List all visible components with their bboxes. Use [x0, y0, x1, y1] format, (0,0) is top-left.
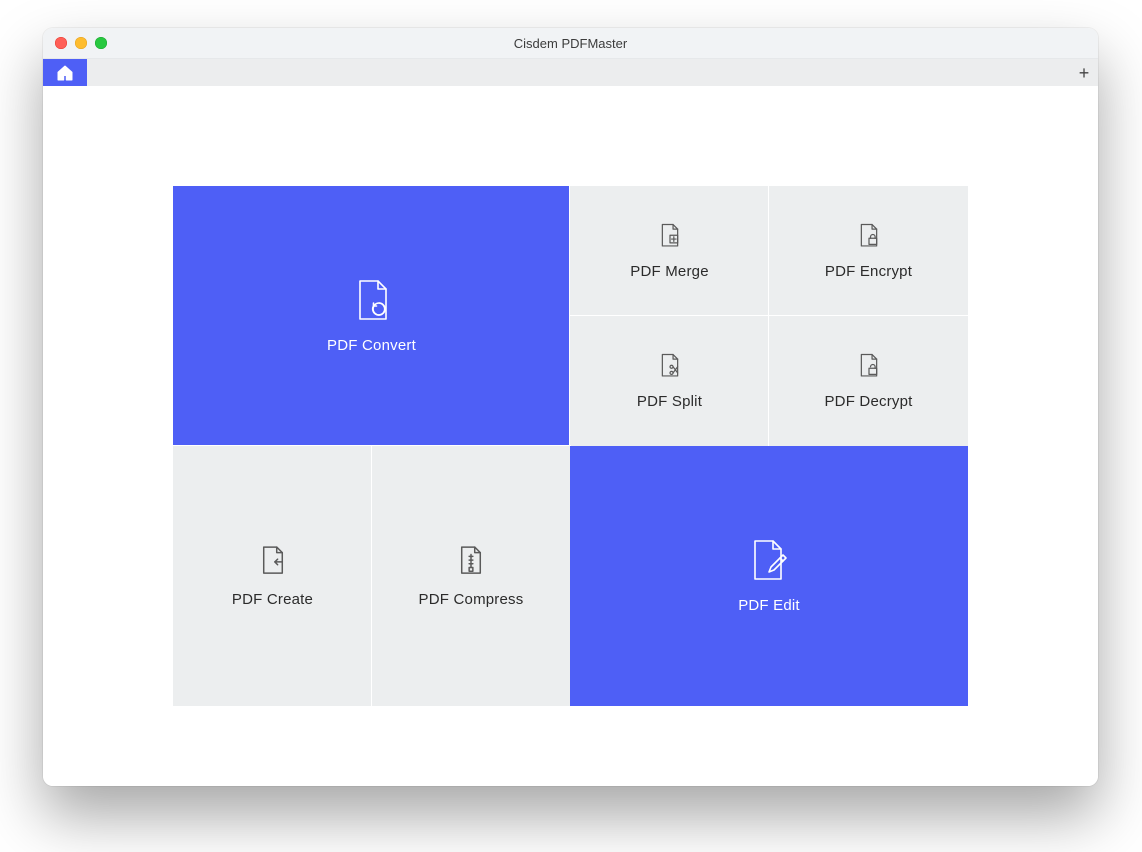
plus-icon: + [1079, 63, 1090, 84]
content-area: PDF Convert PDF Merge [43, 86, 1098, 786]
pdf-compress-icon [458, 545, 484, 577]
window-controls [43, 37, 107, 49]
tile-label: PDF Compress [419, 591, 524, 608]
tile-pdf-encrypt[interactable]: PDF Encrypt [769, 186, 968, 316]
home-icon [56, 64, 74, 82]
new-tab-button[interactable]: + [1070, 59, 1098, 87]
tile-pdf-split[interactable]: PDF Split [570, 316, 769, 446]
tile-label: PDF Create [232, 591, 313, 608]
tile-grid: PDF Convert PDF Merge [173, 186, 968, 706]
tile-label: PDF Split [637, 393, 702, 410]
tile-pdf-compress[interactable]: PDF Compress [372, 446, 570, 706]
minimize-window-button[interactable] [75, 37, 87, 49]
tile-pdf-decrypt[interactable]: PDF Decrypt [769, 316, 968, 446]
app-window: Cisdem PDFMaster + [43, 28, 1098, 786]
pdf-split-icon [659, 353, 681, 379]
tab-strip: + [43, 59, 1098, 88]
tile-pdf-convert[interactable]: PDF Convert [173, 186, 570, 446]
pdf-convert-icon [354, 279, 390, 323]
tile-label: PDF Merge [630, 263, 709, 280]
tile-label: PDF Edit [738, 597, 800, 614]
home-tab[interactable] [43, 59, 87, 87]
tile-label: PDF Decrypt [824, 393, 912, 410]
tile-label: PDF Encrypt [825, 263, 912, 280]
tile-pdf-edit[interactable]: PDF Edit [570, 446, 968, 706]
pdf-decrypt-icon [858, 353, 880, 379]
pdf-merge-icon [659, 223, 681, 249]
tile-pdf-create[interactable]: PDF Create [173, 446, 372, 706]
tile-label: PDF Convert [327, 337, 416, 354]
window-title: Cisdem PDFMaster [43, 36, 1098, 51]
tile-pdf-merge[interactable]: PDF Merge [570, 186, 769, 316]
close-window-button[interactable] [55, 37, 67, 49]
pdf-encrypt-icon [858, 223, 880, 249]
titlebar: Cisdem PDFMaster [43, 28, 1098, 59]
pdf-edit-icon [749, 539, 789, 583]
pdf-create-icon [260, 545, 286, 577]
zoom-window-button[interactable] [95, 37, 107, 49]
